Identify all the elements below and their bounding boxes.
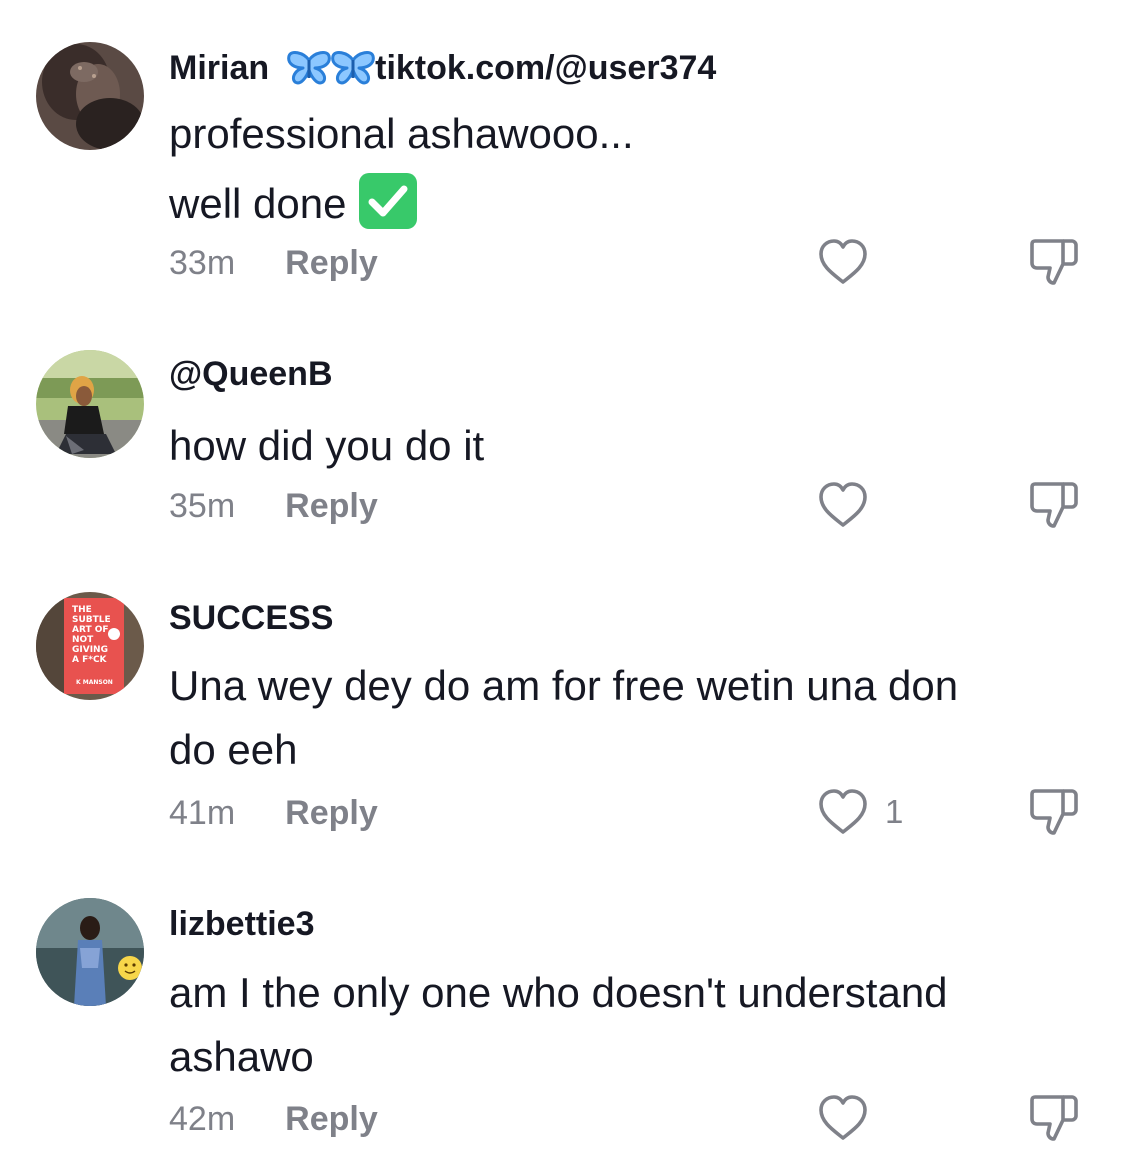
- dislike-button[interactable]: [1027, 236, 1081, 293]
- comment-meta: 41m Reply: [169, 788, 378, 838]
- heart-outline-icon: [819, 239, 867, 284]
- book-cover-text: GIVING: [72, 645, 108, 655]
- like-button[interactable]: [817, 1094, 869, 1142]
- heart-outline-icon: [819, 482, 867, 527]
- comment-timestamp: 41m: [169, 794, 236, 832]
- thumbs-down-outline-icon: [1030, 239, 1078, 285]
- username-suffix[interactable]: tiktok.com/@user374: [375, 48, 716, 88]
- comment-username[interactable]: @QueenB: [169, 354, 1069, 394]
- username-text[interactable]: Mirian: [169, 48, 269, 88]
- comment-text: well done: [169, 180, 347, 227]
- comment-text-line: professional ashawooo...: [169, 110, 634, 157]
- comment-meta: 33m Reply: [169, 238, 378, 288]
- like-count: 1: [885, 793, 904, 830]
- reply-button[interactable]: Reply: [285, 1094, 378, 1144]
- comment-text-line: do eeh: [169, 726, 298, 773]
- avatar[interactable]: [36, 42, 144, 150]
- butterfly-icon: [287, 51, 331, 85]
- comment-text-line: how did you do it: [169, 422, 485, 469]
- butterfly-icon: [331, 51, 375, 85]
- reply-button[interactable]: Reply: [285, 788, 378, 838]
- comment-meta: 35m Reply: [169, 481, 378, 531]
- comment-username[interactable]: SUCCESS: [169, 598, 1069, 638]
- thumbs-down-outline-icon: [1030, 482, 1078, 528]
- book-cover-text: SUBTLE: [72, 615, 111, 625]
- comment-timestamp: 35m: [169, 487, 236, 525]
- avatar[interactable]: [36, 898, 144, 1006]
- like-button[interactable]: 1: [817, 788, 903, 836]
- book-cover-text: K MANSON: [76, 679, 113, 686]
- comment-username[interactable]: lizbettie3: [169, 904, 1069, 944]
- dislike-button[interactable]: [1027, 1092, 1081, 1149]
- heart-outline-icon: [819, 1095, 867, 1140]
- like-button[interactable]: [817, 481, 869, 529]
- avatar[interactable]: THE SUBTLE ART OF NOT GIVING A F*CK K MA…: [36, 592, 144, 700]
- like-button[interactable]: [817, 238, 869, 286]
- reply-button[interactable]: Reply: [285, 238, 378, 288]
- comment-text-line-wrap: well done: [169, 172, 1069, 236]
- dislike-button[interactable]: [1027, 786, 1081, 843]
- check-mark-button-icon: [358, 172, 418, 230]
- comment-timestamp: 42m: [169, 1100, 236, 1138]
- book-cover-text: ART OF: [72, 625, 109, 635]
- comment-text-line: ashawo: [169, 1033, 314, 1080]
- book-cover-text: THE: [72, 605, 92, 615]
- comment-timestamp: 33m: [169, 244, 236, 282]
- reply-button[interactable]: Reply: [285, 481, 378, 531]
- comment-username[interactable]: Mirian tiktok.com/@user374: [169, 48, 1069, 88]
- avatar[interactable]: [36, 350, 144, 458]
- comment-text-line: am I the only one who doesn't understand: [169, 969, 948, 1016]
- book-cover-text: NOT: [72, 635, 94, 645]
- thumbs-down-outline-icon: [1030, 1095, 1078, 1141]
- thumbs-down-outline-icon: [1030, 789, 1078, 835]
- butterfly-emoji-group: [285, 50, 375, 86]
- book-cover-text: A F*CK: [72, 655, 108, 665]
- dislike-button[interactable]: [1027, 479, 1081, 536]
- comment-meta: 42m Reply: [169, 1094, 378, 1144]
- comment-text-line: Una wey dey do am for free wetin una don: [169, 662, 959, 709]
- heart-outline-icon: [819, 789, 867, 834]
